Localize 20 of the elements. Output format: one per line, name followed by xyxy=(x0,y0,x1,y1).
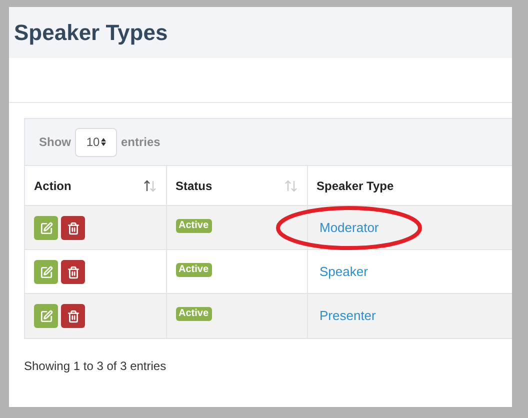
speaker-type-link[interactable]: Speaker xyxy=(320,264,368,279)
delete-button[interactable] xyxy=(61,216,85,240)
pen-square-icon xyxy=(40,310,52,322)
status-badge: Active xyxy=(176,307,212,321)
table-info: Showing 1 to 3 of 3 entries xyxy=(24,358,168,374)
trash-icon xyxy=(66,266,80,278)
delete-button[interactable] xyxy=(61,304,85,328)
page-title: Speaker Types xyxy=(14,19,168,47)
entries-select[interactable]: 10 xyxy=(75,128,117,156)
status-badge: Active xyxy=(176,263,212,277)
trash-icon xyxy=(66,310,80,322)
pen-square-icon xyxy=(40,222,52,234)
entries-label: entries xyxy=(121,134,160,151)
updown-caret-icon xyxy=(100,138,106,146)
status-badge: Active xyxy=(176,219,212,233)
delete-button[interactable] xyxy=(61,260,85,284)
sort-arrows-icon[interactable] xyxy=(142,178,156,192)
pen-square-icon xyxy=(40,266,52,278)
trash-icon xyxy=(66,222,80,234)
show-label: Show xyxy=(39,134,71,151)
